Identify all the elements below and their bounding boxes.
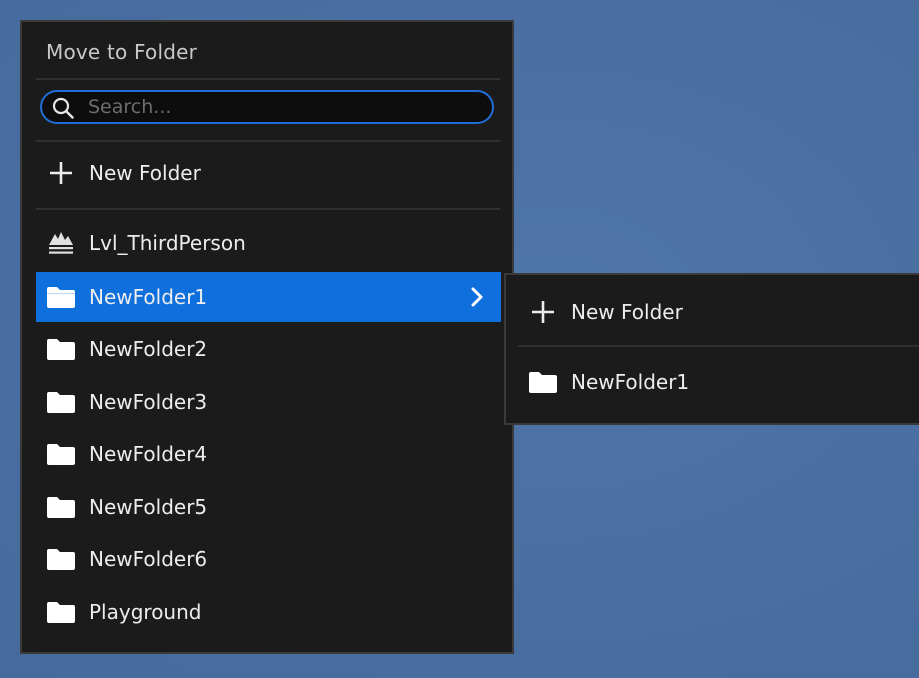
list-item-lvl-thirdperson[interactable]: Lvl_ThirdPerson xyxy=(36,218,501,268)
folder-icon xyxy=(46,389,76,415)
list-item-newfolder1[interactable]: NewFolder1 xyxy=(36,272,501,322)
plus-icon xyxy=(46,160,76,186)
list-item-newfolder2[interactable]: NewFolder2 xyxy=(36,324,501,374)
menu-title: Move to Folder xyxy=(46,40,198,64)
submenu-list-item-newfolder1[interactable]: NewFolder1 xyxy=(506,357,919,407)
list-item-label: NewFolder5 xyxy=(89,495,208,519)
list-item-playground[interactable]: Playground xyxy=(36,587,501,637)
chevron-right-icon xyxy=(471,287,483,307)
level-icon xyxy=(46,230,76,256)
folder-icon xyxy=(528,369,558,395)
folder-icon xyxy=(46,336,76,362)
search-box[interactable] xyxy=(40,90,494,124)
list-item-label: NewFolder4 xyxy=(89,442,208,466)
list-item-newfolder5[interactable]: NewFolder5 xyxy=(36,482,501,532)
list-item-label: NewFolder6 xyxy=(89,547,208,571)
folder-icon xyxy=(46,599,76,625)
list-item-newfolder6[interactable]: NewFolder6 xyxy=(36,534,501,584)
separator xyxy=(36,140,500,142)
search-icon xyxy=(52,97,74,119)
list-item-label: Lvl_ThirdPerson xyxy=(89,231,246,255)
newfolder1-submenu: New Folder NewFolder1 xyxy=(504,273,919,425)
separator xyxy=(518,345,919,347)
folder-icon xyxy=(46,284,76,310)
folder-icon xyxy=(46,546,76,572)
separator xyxy=(36,208,500,210)
list-item-label: NewFolder1 xyxy=(89,285,208,309)
separator xyxy=(36,78,500,80)
search-input[interactable] xyxy=(88,92,478,122)
plus-icon xyxy=(528,299,558,325)
list-item-label: NewFolder1 xyxy=(571,370,690,394)
list-item-newfolder3[interactable]: NewFolder3 xyxy=(36,377,501,427)
move-to-folder-menu: Move to Folder New Folder Lvl_Thir xyxy=(20,20,514,654)
new-folder-button[interactable]: New Folder xyxy=(36,148,501,198)
list-item-label: NewFolder2 xyxy=(89,337,208,361)
list-item-label: NewFolder3 xyxy=(89,390,208,414)
list-item-label: Playground xyxy=(89,600,202,624)
folder-icon xyxy=(46,494,76,520)
submenu-new-folder-button[interactable]: New Folder xyxy=(506,287,919,337)
list-item-newfolder4[interactable]: NewFolder4 xyxy=(36,429,501,479)
new-folder-label: New Folder xyxy=(571,300,683,324)
folder-icon xyxy=(46,441,76,467)
new-folder-label: New Folder xyxy=(89,161,201,185)
